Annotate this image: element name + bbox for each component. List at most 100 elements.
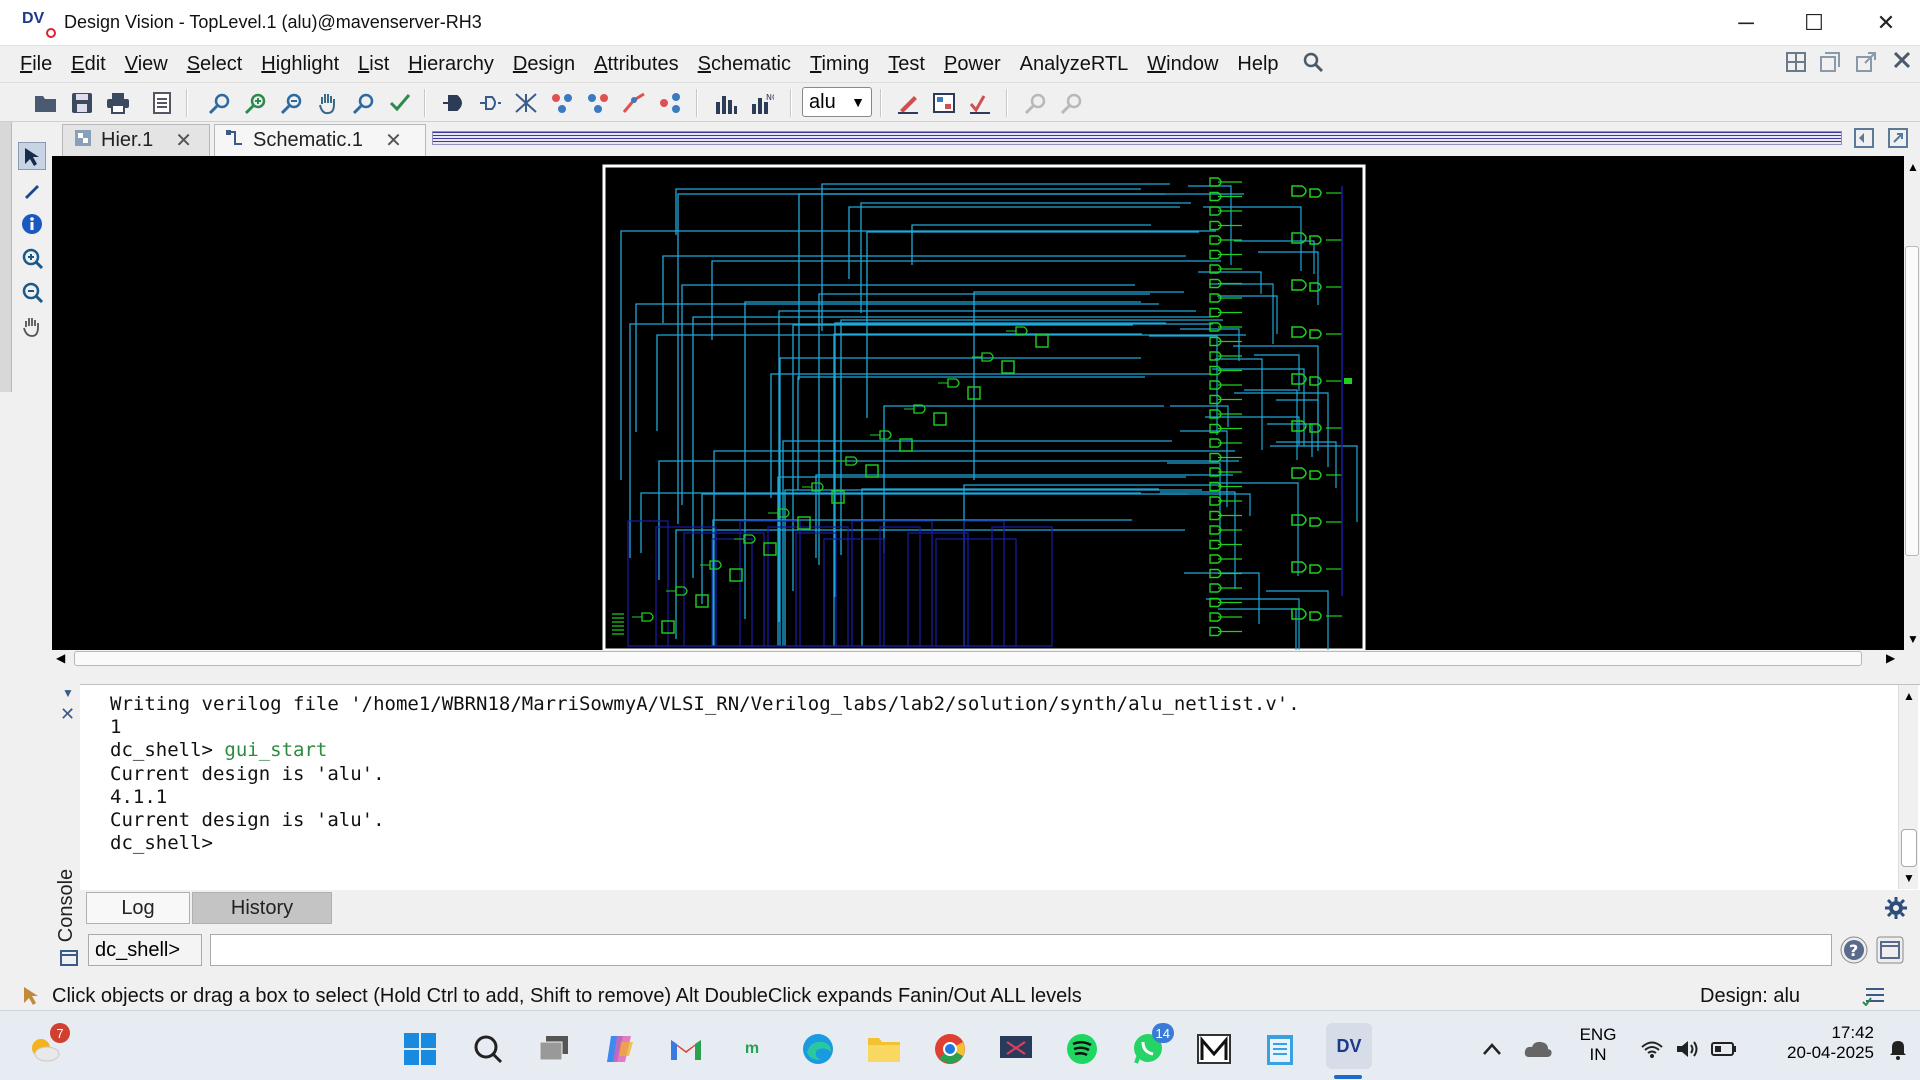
whatsapp-icon[interactable]: 14 (1130, 1023, 1174, 1067)
search-taskbar-icon[interactable] (470, 1031, 506, 1067)
help-icon[interactable]: ? (1840, 936, 1868, 969)
console-output[interactable]: Writing verilog file '/home1/WBRN18/Marr… (80, 684, 1920, 890)
tab-log[interactable]: Log (86, 892, 190, 924)
path-select-icon[interactable] (476, 89, 504, 117)
menu-edit[interactable]: Edit (71, 53, 105, 76)
search-icon[interactable] (1302, 51, 1324, 78)
menu-attributes[interactable]: Attributes (594, 53, 679, 76)
console-dock-icon[interactable] (60, 950, 78, 971)
float-window-icon[interactable] (1856, 52, 1876, 78)
menu-view[interactable]: View (125, 53, 168, 76)
zoom-out-icon[interactable] (278, 89, 306, 117)
edge-browser-icon[interactable] (800, 1031, 836, 1067)
highlight-path-icon[interactable] (620, 89, 648, 117)
pan-tool-icon[interactable] (18, 312, 46, 340)
zoom-fit-icon[interactable] (206, 89, 234, 117)
volume-icon[interactable] (1670, 1031, 1706, 1067)
menu-test[interactable]: Test (888, 53, 925, 76)
status-list-icon[interactable] (1862, 986, 1886, 1012)
schematic-horizontal-scrollbar[interactable]: ◀ ▶ (52, 650, 1920, 668)
console-scroll-down-icon[interactable]: ▼ (1903, 871, 1915, 885)
language-indicator[interactable]: ENG IN (1578, 1025, 1618, 1065)
close-tab-hier-icon[interactable]: ✕ (175, 128, 192, 153)
properties-icon[interactable] (930, 89, 958, 117)
report-icon[interactable] (148, 89, 176, 117)
scroll-left-arrow-icon[interactable]: ◀ (56, 651, 65, 665)
open-folder-icon[interactable] (32, 89, 60, 117)
menu-select[interactable]: Select (187, 53, 243, 76)
console-splitter[interactable] (52, 668, 1920, 684)
timing-histogram-icon[interactable]: NC (748, 89, 776, 117)
close-button[interactable]: ✕ (1852, 0, 1920, 46)
gear-icon[interactable] (1884, 896, 1908, 925)
restore-pane-icon[interactable] (1854, 128, 1874, 153)
menu-schematic[interactable]: Schematic (698, 53, 791, 76)
pencil-icon[interactable] (18, 176, 46, 204)
tab-history[interactable]: History (192, 892, 332, 924)
minimize-button[interactable]: ─ (1712, 0, 1780, 46)
tab-hier[interactable]: Hier.1 ✕ (62, 124, 210, 156)
menu-list[interactable]: List (358, 53, 389, 76)
scroll-thumb[interactable] (1905, 246, 1919, 556)
notepad-icon[interactable] (1262, 1031, 1298, 1067)
tile-windows-icon[interactable] (1786, 52, 1806, 78)
histogram-icon[interactable] (712, 89, 740, 117)
menu-help[interactable]: Help (1237, 53, 1278, 76)
command-input[interactable] (210, 934, 1832, 966)
zoom-out-tool-icon[interactable] (18, 278, 46, 306)
maximize-button[interactable]: ☐ (1780, 0, 1848, 46)
edit-schematic-icon[interactable] (894, 89, 922, 117)
clock[interactable]: 17:42 20-04-2025 (1758, 1023, 1874, 1063)
chevron-up-icon[interactable] (1474, 1031, 1510, 1067)
console-scroll-up-icon[interactable]: ▲ (1903, 689, 1915, 703)
menu-design[interactable]: Design (513, 53, 575, 76)
menu-highlight[interactable]: Highlight (261, 53, 339, 76)
cone-icon[interactable] (656, 89, 684, 117)
maximize-pane-icon[interactable] (1888, 128, 1908, 153)
menu-analyzertl[interactable]: AnalyzeRTL (1020, 53, 1129, 76)
onedrive-cloud-icon[interactable] (1520, 1031, 1556, 1067)
fanout-icon[interactable] (584, 89, 612, 117)
save-icon[interactable] (68, 89, 96, 117)
fanin-fanout-icon[interactable] (512, 89, 540, 117)
zoom-select-icon[interactable] (350, 89, 378, 117)
snipping-tool-icon[interactable] (998, 1031, 1034, 1067)
collapse-console-icon[interactable]: ▼ (62, 686, 74, 700)
scroll-down-arrow-icon[interactable]: ▼ (1907, 632, 1919, 646)
close-console-icon[interactable]: ✕ (60, 704, 75, 725)
chrome-icon[interactable] (932, 1031, 968, 1067)
design-vision-taskbar-icon[interactable]: DV (1326, 1023, 1372, 1069)
zoom-previous-icon[interactable] (386, 89, 414, 117)
mobaxterm-icon[interactable] (1196, 1031, 1232, 1067)
menu-hierarchy[interactable]: Hierarchy (408, 53, 494, 76)
restore-window-icon[interactable] (1820, 52, 1840, 78)
select-cell-icon[interactable] (440, 89, 468, 117)
pan-hand-icon[interactable] (314, 89, 342, 117)
weather-icon[interactable]: 7 (26, 1023, 70, 1067)
scroll-right-arrow-icon[interactable]: ▶ (1886, 651, 1895, 665)
horizontal-scroll-thumb[interactable] (74, 651, 1862, 666)
print-icon[interactable] (104, 89, 132, 117)
gmail-icon[interactable] (668, 1031, 704, 1067)
cross-probe-icon[interactable] (966, 89, 994, 117)
menu-timing[interactable]: Timing (810, 53, 869, 76)
close-document-icon[interactable] (1892, 50, 1912, 76)
wifi-icon[interactable] (1634, 1031, 1670, 1067)
scroll-up-arrow-icon[interactable]: ▲ (1907, 160, 1919, 174)
select-arrow-icon[interactable] (18, 142, 46, 170)
design-select[interactable]: alu ▼ (802, 87, 872, 117)
battery-icon[interactable] (1706, 1031, 1742, 1067)
tab-schematic[interactable]: Schematic.1 ✕ (214, 124, 426, 156)
console-scroll-thumb[interactable] (1901, 829, 1917, 867)
zoom-in-tool-icon[interactable] (18, 244, 46, 272)
schematic-canvas[interactable] (52, 156, 1904, 695)
menu-window[interactable]: Window (1147, 53, 1218, 76)
windows-start-icon[interactable] (402, 1031, 438, 1067)
console-scrollbar[interactable]: ▲ ▼ (1898, 685, 1918, 889)
info-icon[interactable] (18, 210, 46, 238)
notification-bell-icon[interactable] (1880, 1031, 1916, 1067)
menu-power[interactable]: Power (944, 53, 1001, 76)
copilot-icon[interactable] (602, 1031, 638, 1067)
menu-file[interactable]: File (20, 53, 52, 76)
file-explorer-icon[interactable] (866, 1031, 902, 1067)
